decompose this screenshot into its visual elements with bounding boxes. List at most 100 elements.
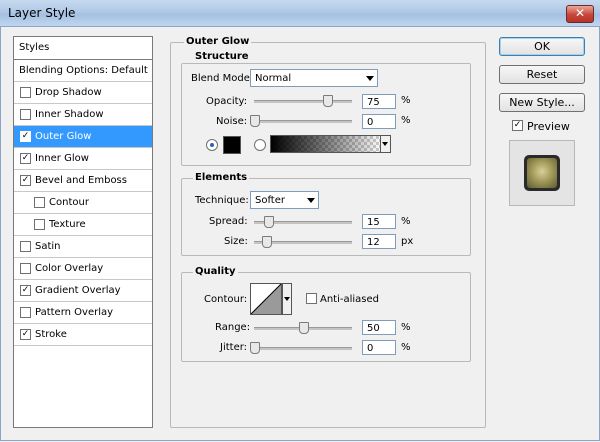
preview-checkbox[interactable]: ✓ [512,120,523,131]
style-item-inner-shadow[interactable]: Inner Shadow [14,104,152,126]
style-item-drop-shadow[interactable]: Drop Shadow [14,82,152,104]
style-item-checkbox[interactable] [20,307,31,318]
style-item-label: Inner Shadow [35,109,104,120]
size-px-unit: px [401,236,414,247]
noise-slider[interactable] [254,120,352,123]
range-input[interactable]: 50 [362,320,396,335]
elements-title: Elements [193,172,250,183]
opacity-slider-thumb[interactable] [323,95,333,107]
chevron-down-icon [382,142,388,146]
style-item-checkbox[interactable] [34,197,45,208]
close-button[interactable]: ✕ [566,5,594,23]
blending-options-item[interactable]: Blending Options: Default [14,60,152,82]
contour-curve-icon [251,284,281,314]
style-item-pattern-overlay[interactable]: Pattern Overlay [14,302,152,324]
style-item-checkbox[interactable] [20,109,31,120]
contour-dropdown-button[interactable] [282,283,292,315]
spread-value: 15 [367,217,380,228]
style-item-checkbox[interactable] [20,241,31,252]
style-item-outer-glow[interactable]: ✓ Outer Glow [14,126,152,148]
size-label: Size: [224,236,248,247]
chevron-down-icon [366,76,374,81]
style-item-color-overlay[interactable]: Color Overlay [14,258,152,280]
style-item-checkbox[interactable]: ✓ [20,131,31,142]
opacity-value: 75 [367,97,380,108]
range-percent: % [401,322,411,333]
styles-list: Styles Blending Options: Default Drop Sh… [13,36,153,428]
window-title: Layer Style [8,6,76,20]
style-item-satin[interactable]: Satin [14,236,152,258]
solid-color-radio[interactable] [206,139,218,151]
style-item-label: Contour [49,197,89,208]
technique-select[interactable]: Softer [250,191,319,209]
noise-slider-thumb[interactable] [250,115,260,127]
jitter-value: 0 [367,343,374,354]
style-item-label: Bevel and Emboss [35,175,127,186]
jitter-label: Jitter: [220,342,248,353]
style-item-label: Color Overlay [35,263,104,274]
technique-value: Softer [255,195,285,206]
style-item-checkbox[interactable] [34,219,45,230]
style-item-label: Outer Glow [35,131,92,142]
jitter-slider[interactable] [254,347,352,350]
outer-glow-title: Outer Glow [184,36,252,47]
spread-slider-thumb[interactable] [264,216,274,228]
styles-header[interactable]: Styles [14,37,152,60]
preview-outer-glow [524,155,560,191]
noise-value: 0 [367,117,374,128]
style-item-checkbox[interactable]: ✓ [20,153,31,164]
noise-label: Noise: [216,116,248,127]
opacity-input[interactable]: 75 [362,94,396,109]
style-item-checkbox[interactable]: ✓ [20,175,31,186]
technique-label: Technique: [195,195,249,206]
style-item-label: Satin [35,241,61,252]
chevron-down-icon [284,297,290,301]
range-label: Range: [215,322,251,333]
blend-mode-select[interactable]: Normal [250,69,378,87]
style-item-label: Stroke [35,329,67,340]
range-value: 50 [367,323,380,334]
anti-aliased-checkbox[interactable] [306,293,317,304]
style-item-inner-glow[interactable]: ✓ Inner Glow [14,148,152,170]
range-slider-thumb[interactable] [299,322,309,334]
size-slider-thumb[interactable] [262,236,272,248]
blend-mode-value: Normal [255,73,292,84]
title-bar[interactable]: Layer Style ✕ [0,0,600,27]
style-item-contour[interactable]: Contour [14,192,152,214]
structure-title: Structure [193,51,251,62]
gradient-dropdown-button[interactable] [380,135,391,153]
preview-swatch [527,158,557,188]
jitter-percent: % [401,342,411,353]
new-style-button[interactable]: New Style... [499,93,585,112]
spread-input[interactable]: 15 [362,214,396,229]
preview-label: Preview [527,120,570,133]
jitter-input[interactable]: 0 [362,340,396,355]
style-item-label: Gradient Overlay [35,285,121,296]
style-item-checkbox[interactable] [20,263,31,274]
anti-aliased-label: Anti-aliased [320,294,380,305]
contour-picker[interactable] [250,283,282,315]
spread-percent: % [401,216,411,227]
size-value: 12 [367,237,380,248]
blend-mode-label: Blend Mode: [191,73,254,84]
noise-input[interactable]: 0 [362,114,396,129]
style-item-label: Inner Glow [35,153,89,164]
style-item-texture[interactable]: Texture [14,214,152,236]
style-item-checkbox[interactable]: ✓ [20,329,31,340]
glow-color-swatch[interactable] [223,136,241,154]
jitter-slider-thumb[interactable] [250,342,260,354]
style-item-gradient-overlay[interactable]: ✓ Gradient Overlay [14,280,152,302]
style-item-label: Texture [49,219,86,230]
gradient-radio[interactable] [254,139,266,151]
style-item-stroke[interactable]: ✓ Stroke [14,324,152,346]
spread-label: Spread: [209,216,248,227]
size-input[interactable]: 12 [362,234,396,249]
opacity-slider[interactable] [254,100,352,103]
style-item-checkbox[interactable] [20,87,31,98]
style-item-checkbox[interactable]: ✓ [20,285,31,296]
style-item-bevel-and-emboss[interactable]: ✓ Bevel and Emboss [14,170,152,192]
glow-gradient-picker[interactable] [270,135,390,153]
ok-button[interactable]: OK [499,37,585,56]
style-item-label: Drop Shadow [35,87,102,98]
reset-button[interactable]: Reset [499,65,585,84]
